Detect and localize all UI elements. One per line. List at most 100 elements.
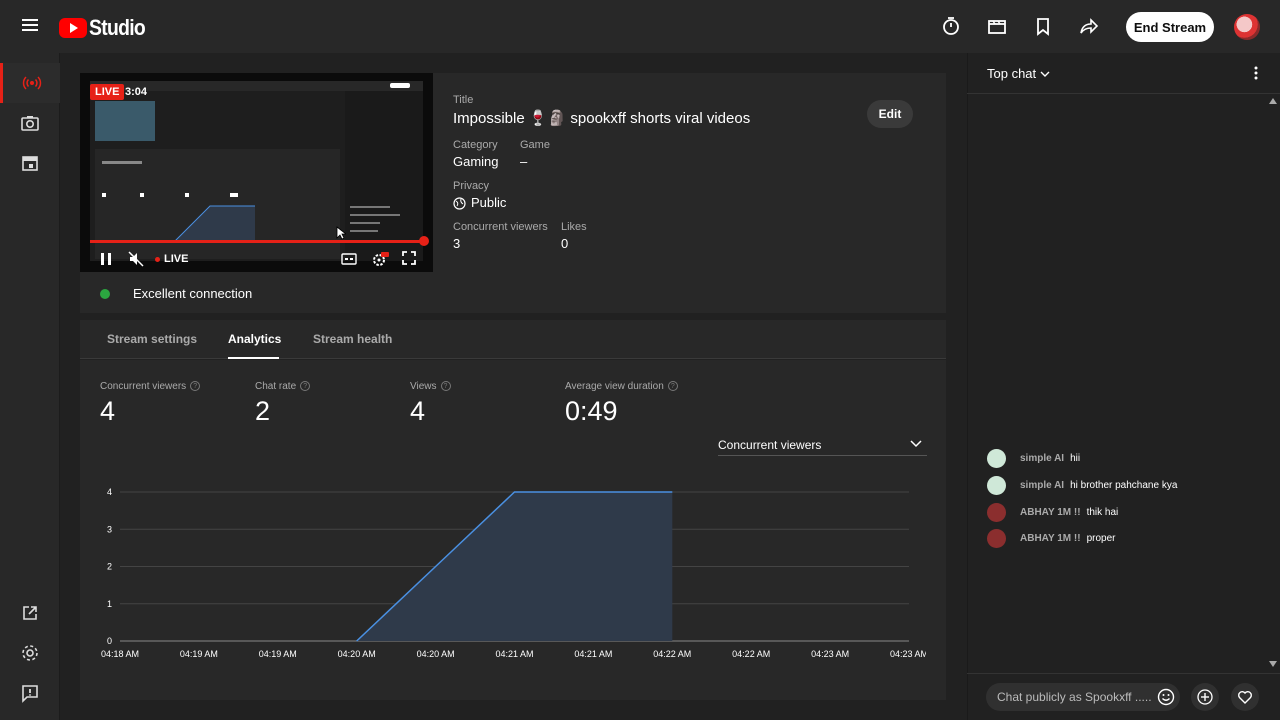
concurrent-viewers-chart: 0 1 2 3 4 04:18 AM 04:19 AM 04:19 AM 04:20 AM 04:… [101,487,926,659]
chat-author: ABHAY 1M !! [1020,506,1081,518]
chat-message[interactable]: simple AI hi brother pahchane kya [987,475,1177,495]
elapsed-time: 3:04 [125,86,148,98]
pause-icon[interactable] [99,251,113,267]
chart-x-tick-label: 04:23 AM [890,649,926,659]
tab-analytics[interactable]: Analytics [228,332,281,346]
chart-x-tick-label: 04:20 AM [338,649,376,659]
live-badge: LIVE [90,84,125,100]
nav-external-link-icon[interactable] [0,593,60,633]
bookmark-icon[interactable] [1032,15,1054,37]
nav-live-icon[interactable] [0,63,60,103]
chart-y-tick-label: 1 [107,599,112,609]
chat-message[interactable]: ABHAY 1M !! proper [987,528,1115,548]
stat-value-chat-rate: 2 [255,396,271,426]
metric-dropdown-value: Concurrent viewers [718,438,822,452]
connection-status-dot [100,289,110,299]
help-icon[interactable]: ? [190,381,201,392]
chevron-down-icon [910,440,922,448]
help-icon[interactable]: ? [300,381,311,392]
concurrent-viewers-label: Concurrent viewers [453,221,548,233]
hamburger-menu-icon[interactable] [18,16,42,36]
share-icon[interactable] [1078,15,1100,37]
chat-text: proper [1086,532,1116,544]
add-button[interactable] [1191,683,1219,711]
chart-x-tick-label: 04:19 AM [259,649,297,659]
chat-mode-selector[interactable]: Top chat [987,66,1050,81]
live-indicator[interactable]: LIVE [155,253,188,265]
category-value: Gaming [453,154,499,169]
chat-avatar [987,502,1006,522]
tab-stream-settings[interactable]: Stream settings [107,332,197,346]
metric-dropdown[interactable]: Concurrent viewers [718,436,927,456]
globe-icon [453,197,466,210]
account-avatar[interactable] [1234,14,1260,40]
youtube-play-icon [59,18,87,38]
chart-x-tick-label: 04:18 AM [101,649,139,659]
stat-label-avg-view-duration: Average view duration? [565,381,678,392]
clapperboard-icon[interactable] [986,15,1008,37]
nav-calendar-icon[interactable] [0,143,60,183]
nav-feedback-icon[interactable] [0,673,60,713]
nav-settings-gear-icon[interactable] [0,633,60,673]
chevron-down-icon [1040,71,1050,77]
privacy-label: Privacy [453,180,490,192]
timer-icon[interactable] [940,15,962,37]
stat-value-concurrent-viewers: 4 [100,396,116,426]
category-label: Category [453,139,498,151]
likes-value: 0 [561,236,569,251]
chat-author: simple AI [1020,452,1065,464]
tabs-bar [80,320,946,359]
likes-label: Likes [561,221,587,233]
title-label: Title [453,94,474,106]
chart-x-tick-label: 04:22 AM [653,649,691,659]
chart-x-tick-label: 04:23 AM [811,649,849,659]
mute-icon[interactable] [128,251,144,267]
plus-icon [1197,689,1213,705]
nav-camera-icon[interactable] [0,103,60,143]
progress-bar[interactable] [90,240,424,243]
chart-x-tick-label: 04:21 AM [495,649,533,659]
chart-y-tick-label: 4 [107,487,112,497]
fullscreen-icon[interactable] [402,251,416,267]
connection-status: Excellent connection [133,286,253,301]
chat-message[interactable]: simple AI hii [987,448,1080,468]
logo-text: Studio [89,15,146,40]
help-icon[interactable]: ? [440,381,451,392]
chat-author: simple AI [1020,479,1065,491]
edit-button[interactable]: Edit [867,100,913,128]
like-button[interactable] [1231,683,1259,711]
stat-label-chat-rate: Chat rate? [255,381,311,392]
chat-message[interactable]: ABHAY 1M !! thik hai [987,502,1118,522]
help-icon[interactable]: ? [667,381,678,392]
scroll-down-arrow-icon[interactable] [1269,661,1277,667]
game-label: Game [520,139,550,151]
chat-text: hi brother pahchane kya [1070,479,1178,491]
mouse-cursor-icon [336,226,346,240]
active-tab-indicator [228,357,279,359]
more-vert-icon[interactable] [1248,64,1264,82]
tab-stream-health[interactable]: Stream health [313,332,392,346]
chart-x-tick-label: 04:22 AM [732,649,770,659]
chart-x-tick-label: 04:19 AM [180,649,218,659]
captions-icon[interactable] [341,251,357,267]
emoji-icon[interactable] [1157,688,1175,706]
concurrent-viewers-value: 3 [453,236,461,251]
stat-label-concurrent-viewers: Concurrent viewers? [100,381,201,392]
chat-text: hii [1070,452,1081,464]
scroll-up-arrow-icon[interactable] [1269,98,1277,104]
chat-avatar [987,528,1006,548]
chart-x-tick-label: 04:20 AM [417,649,455,659]
chart-x-tick-label: 04:21 AM [574,649,612,659]
chat-input[interactable] [986,683,1180,711]
end-stream-button[interactable]: End Stream [1126,12,1214,42]
stat-value-views: 4 [410,396,426,426]
chat-avatar [987,475,1006,495]
chart-y-tick-label: 0 [107,636,112,646]
studio-logo[interactable]: Studio [59,15,153,41]
stat-label-views: Views? [410,381,451,392]
progress-scrubber[interactable] [419,236,429,246]
privacy-value: Public [471,195,507,210]
chat-text: thik hai [1086,506,1119,518]
settings-hd-icon[interactable] [371,251,389,267]
chat-avatar [987,448,1006,468]
